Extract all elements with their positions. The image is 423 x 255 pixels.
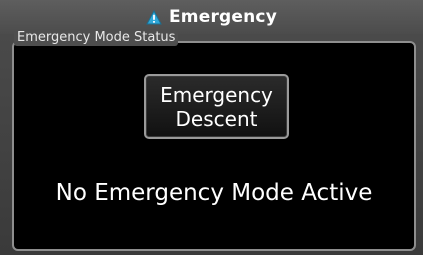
emergency-screen: Emergency Emergency Mode Status Emergenc…: [0, 0, 423, 255]
status-message: No Emergency Mode Active: [55, 180, 373, 206]
emergency-descent-label: Emergency Descent: [160, 82, 273, 131]
page-title: Emergency: [168, 7, 277, 27]
emergency-mode-status-panel: [12, 41, 416, 251]
emergency-descent-button[interactable]: Emergency Descent: [144, 74, 289, 139]
title-bar: Emergency: [0, 0, 423, 34]
panel-label: Emergency Mode Status: [14, 30, 179, 46]
warning-triangle-icon: [146, 9, 162, 24]
